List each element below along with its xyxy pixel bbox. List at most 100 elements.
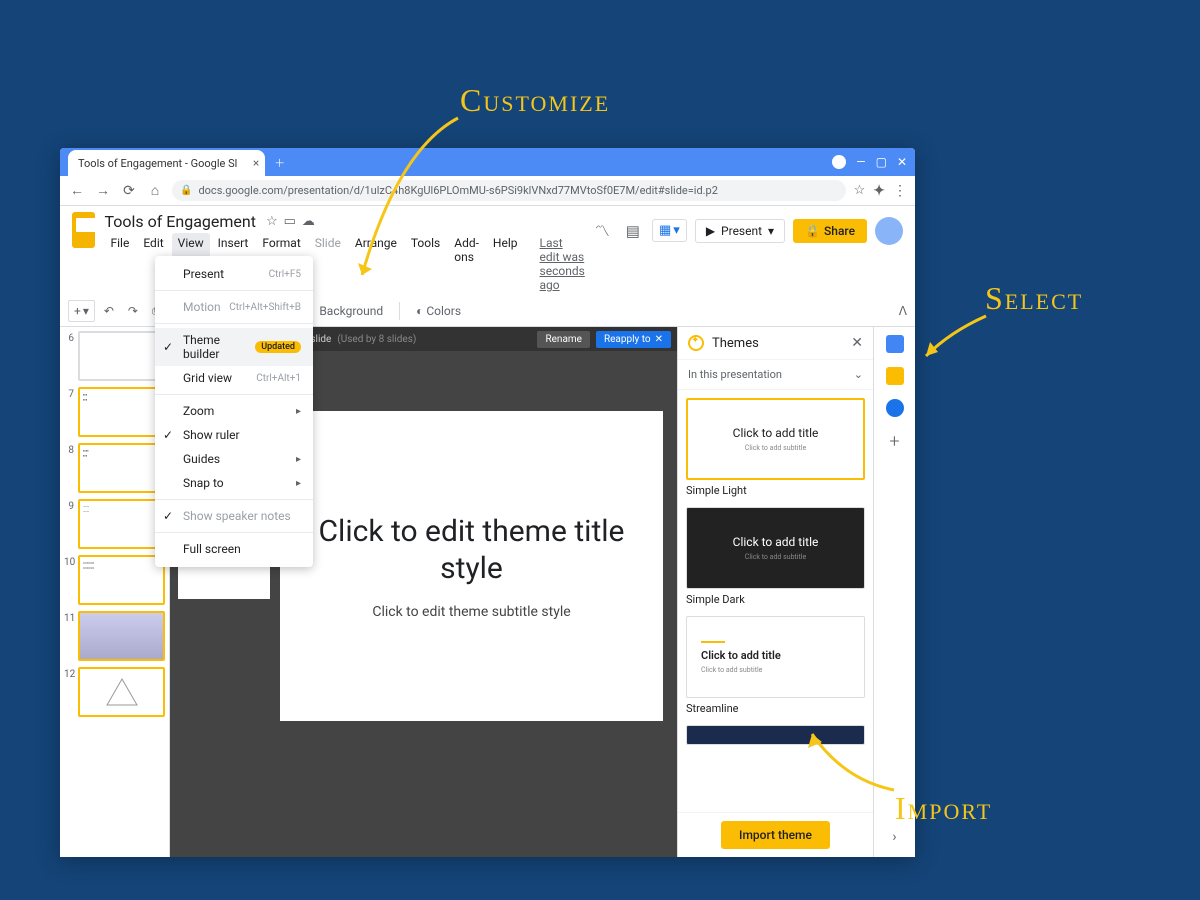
theme-subtitle-placeholder[interactable]: Click to edit theme subtitle style — [372, 604, 570, 620]
thumb-number: 10 — [64, 555, 78, 605]
browser-menu-icon[interactable]: ⋮ — [893, 183, 907, 199]
home-icon[interactable]: ⌂ — [146, 182, 164, 199]
tasks-icon[interactable] — [886, 399, 904, 417]
filmstrip: 6 7▪▪▪▪▪▪ 8▪▪▪▪▪▪▪ 9———— 10▭▭▭▭▭▭ 11 12 — [60, 327, 170, 857]
bookmark-icon[interactable]: ☆ — [854, 183, 866, 198]
extensions-icon[interactable]: ✦ — [873, 183, 885, 199]
slide-thumbnail[interactable] — [78, 611, 165, 661]
cloud-icon[interactable]: ☁ — [302, 214, 315, 229]
menu-item-guides[interactable]: Guides ▸ — [155, 447, 313, 471]
add-addon-icon[interactable]: + — [889, 431, 899, 452]
browser-titlebar: Tools of Engagement - Google Sl × + — ▢ … — [60, 148, 915, 176]
annotation-customize: Customize — [460, 82, 610, 119]
menu-slide[interactable]: Slide — [309, 233, 347, 295]
theme-preview-streamline[interactable]: Click to add title Click to add subtitle — [686, 616, 865, 698]
submenu-arrow-icon: ▸ — [296, 478, 301, 489]
address-bar: ← → ⟳ ⌂ 🔒 docs.google.com/presentation/d… — [60, 176, 915, 206]
theme-name-label: Simple Light — [686, 484, 865, 497]
undo-icon[interactable]: ↶ — [99, 301, 119, 321]
menu-help[interactable]: Help — [487, 233, 524, 295]
document-title[interactable]: Tools of Engagement — [105, 212, 256, 231]
browser-tab[interactable]: Tools of Engagement - Google Sl × — [68, 150, 265, 176]
last-edit-link[interactable]: Last edit was seconds ago — [534, 233, 591, 295]
slide-canvas[interactable]: Click to edit theme title style Click to… — [280, 411, 663, 721]
new-tab-button[interactable]: + — [275, 153, 284, 172]
comments-icon[interactable]: ▤ — [622, 218, 644, 244]
menu-item-zoom[interactable]: Zoom ▸ — [155, 399, 313, 423]
redo-icon[interactable]: ↷ — [123, 301, 143, 321]
account-avatar[interactable] — [875, 217, 903, 245]
theme-preview-simple-dark[interactable]: Click to add title Click to add subtitle — [686, 507, 865, 589]
window-controls: — ▢ ✕ — [832, 155, 907, 169]
move-icon[interactable]: ▭ — [284, 214, 296, 229]
back-icon[interactable]: ← — [68, 182, 86, 199]
close-icon[interactable]: ✕ — [655, 334, 663, 345]
collapse-sidepanel-icon[interactable]: › — [892, 829, 896, 845]
collapse-toolbar-icon[interactable]: ᐱ — [899, 304, 907, 318]
slide-thumbnail[interactable] — [78, 331, 165, 381]
updated-badge: Updated — [255, 341, 301, 353]
annotation-import: Import — [895, 790, 992, 827]
check-icon: ✓ — [163, 340, 173, 354]
forward-icon[interactable]: → — [94, 182, 112, 199]
close-panel-icon[interactable]: ✕ — [851, 335, 863, 351]
submenu-arrow-icon: ▸ — [296, 406, 301, 417]
menu-item-theme-builder[interactable]: ✓ Theme builder Updated — [155, 328, 313, 366]
check-icon: ✓ — [163, 509, 173, 523]
slides-logo-icon[interactable] — [72, 212, 95, 248]
rename-button[interactable]: Rename — [537, 331, 590, 348]
menu-item-grid-view[interactable]: Grid view Ctrl+Alt+1 — [155, 366, 313, 390]
close-window-icon[interactable]: ✕ — [897, 155, 907, 169]
colors-button[interactable]: ◐ Colors — [408, 301, 469, 321]
menu-item-full-screen[interactable]: Full screen — [155, 537, 313, 561]
thumb-number: 12 — [64, 667, 78, 717]
themes-section-header[interactable]: In this presentation ⌄ — [678, 360, 873, 390]
menu-item-speaker-notes[interactable]: ✓ Show speaker notes — [155, 504, 313, 528]
arrow-import — [804, 726, 904, 796]
slide-thumbnail[interactable]: ———— — [78, 499, 165, 549]
background-button[interactable]: Background — [311, 301, 391, 321]
user-circle-icon[interactable] — [832, 155, 846, 169]
lock-icon: 🔒 — [180, 185, 192, 196]
slide-thumbnail[interactable] — [78, 667, 165, 717]
theme-name-label: Streamline — [686, 702, 865, 715]
star-icon[interactable]: ☆ — [266, 214, 278, 229]
import-theme-button[interactable]: Import theme — [721, 821, 830, 849]
thumb-number: 11 — [64, 611, 78, 661]
tab-title: Tools of Engagement - Google Sl — [78, 157, 237, 170]
used-by-label: (Used by 8 slides) — [337, 334, 416, 345]
menu-file[interactable]: File — [105, 233, 136, 295]
theme-title-placeholder[interactable]: Click to edit theme title style — [300, 513, 643, 588]
trend-icon[interactable]: 〽 — [591, 216, 614, 245]
reapply-button[interactable]: Reapply to ✕ — [596, 331, 671, 348]
annotation-select: Select — [985, 280, 1083, 317]
present-button[interactable]: ▶ Present ▾ — [695, 219, 785, 243]
slideshow-dropdown[interactable]: ▦▾ — [652, 219, 687, 242]
url-field[interactable]: 🔒 docs.google.com/presentation/d/1ulzC4h… — [172, 180, 846, 201]
slide-thumbnail[interactable]: ▪▪▪▪▪▪▪ — [78, 443, 165, 493]
reload-icon[interactable]: ⟳ — [120, 183, 138, 199]
slide-thumbnail[interactable]: ▪▪▪▪▪▪ — [78, 387, 165, 437]
menu-item-show-ruler[interactable]: ✓ Show ruler — [155, 423, 313, 447]
keep-icon[interactable] — [886, 367, 904, 385]
theme-preview-simple-light[interactable]: Click to add title Click to add subtitle — [686, 398, 865, 480]
calendar-icon[interactable] — [886, 335, 904, 353]
themes-icon — [688, 335, 704, 351]
thumb-number: 6 — [64, 331, 78, 381]
share-button[interactable]: 🔒 Share — [793, 219, 867, 243]
menu-item-motion[interactable]: Motion Ctrl+Alt+Shift+B — [155, 295, 313, 319]
play-icon: ▶ — [706, 224, 715, 238]
themes-panel-title: Themes — [712, 336, 851, 351]
menu-item-present[interactable]: Present Ctrl+F5 — [155, 262, 313, 286]
slide-thumbnail[interactable]: ▭▭▭▭▭▭ — [78, 555, 165, 605]
tab-close-icon[interactable]: × — [253, 156, 259, 170]
arrow-customize — [358, 110, 478, 290]
menu-item-snap-to[interactable]: Snap to ▸ — [155, 471, 313, 495]
maximize-icon[interactable]: ▢ — [876, 155, 887, 169]
thumb-number: 7 — [64, 387, 78, 437]
theme-name-label: Simple Dark — [686, 593, 865, 606]
new-slide-button[interactable]: +▾ — [68, 300, 95, 322]
minimize-icon[interactable]: — — [856, 155, 865, 169]
chevron-down-icon: ⌄ — [854, 368, 863, 381]
arrow-select — [920, 312, 990, 372]
